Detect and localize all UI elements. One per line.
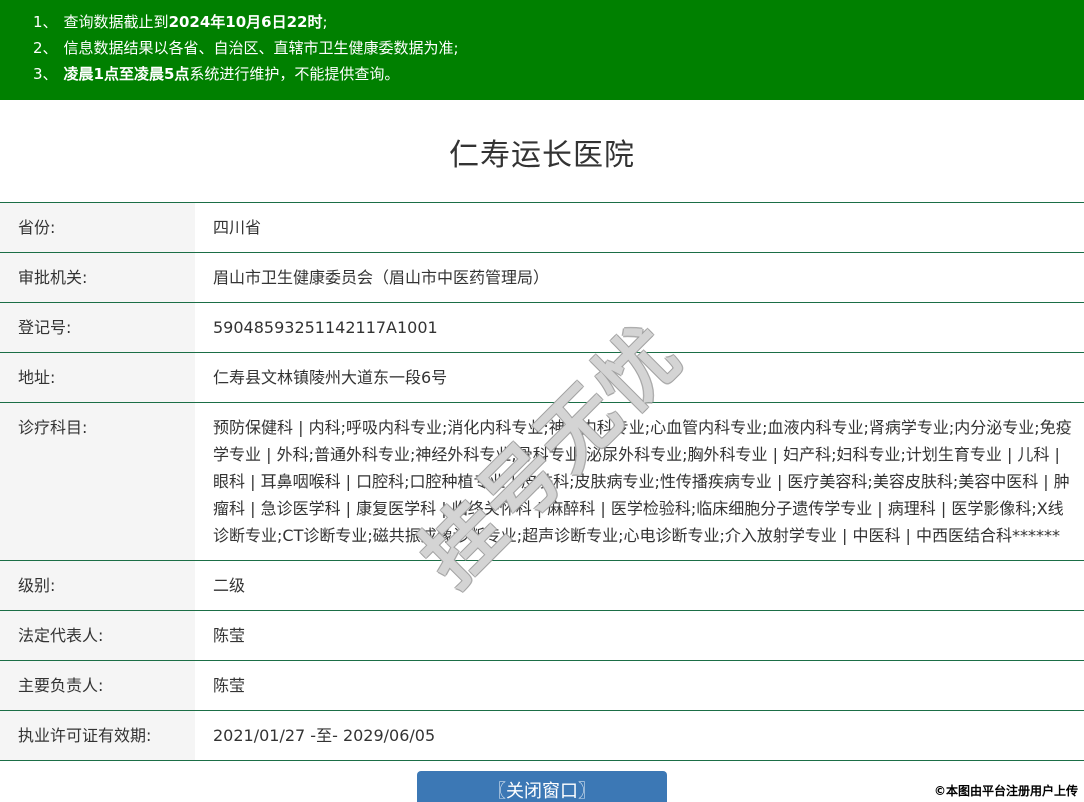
row-label: 法定代表人: bbox=[0, 611, 195, 660]
page: 1、 查询数据截止到2024年10月6日22时; 2、 信息数据结果以各省、自治区、… bbox=[0, 0, 1084, 802]
row-value: 四川省 bbox=[213, 218, 262, 237]
row-value: 仁寿县文林镇陵州大道东一段6号 bbox=[213, 368, 448, 387]
table-row-address: 地址: 仁寿县文林镇陵州大道东一段6号 bbox=[0, 353, 1084, 403]
row-label: 登记号: bbox=[0, 303, 195, 352]
table-row-level: 级别: 二级 bbox=[0, 561, 1084, 611]
row-value: 2021/01/27 -至- 2029/06/05 bbox=[213, 726, 436, 745]
table-row-registration-number: 登记号: 59048593251142117A1001 bbox=[0, 303, 1084, 353]
notice-line-2: 2、 信息数据结果以各省、自治区、直辖市卫生健康委数据为准; bbox=[33, 35, 1074, 61]
row-value: 59048593251142117A1001 bbox=[213, 318, 438, 337]
table-row-approval-authority: 审批机关: 眉山市卫生健康委员会（眉山市中医药管理局） bbox=[0, 253, 1084, 303]
table-row-legal-representative: 法定代表人: 陈莹 bbox=[0, 611, 1084, 661]
hospital-info-table: 省份: 四川省 审批机关: 眉山市卫生健康委员会（眉山市中医药管理局） 登记号:… bbox=[0, 202, 1084, 761]
table-row-person-in-charge: 主要负责人: 陈莹 bbox=[0, 661, 1084, 711]
row-value: 预防保健科 | 内科;呼吸内科专业;消化内科专业;神经内科专业;心血管内科专业;… bbox=[213, 418, 1072, 545]
row-value: 陈莹 bbox=[213, 626, 246, 645]
notice-highlight: 2024年10月6日22时 bbox=[168, 13, 323, 31]
row-label: 诊疗科目: bbox=[0, 403, 195, 560]
notice-banner: 1、 查询数据截止到2024年10月6日22时; 2、 信息数据结果以各省、自治区、… bbox=[0, 0, 1084, 100]
row-label: 主要负责人: bbox=[0, 661, 195, 710]
row-value: 眉山市卫生健康委员会（眉山市中医药管理局） bbox=[213, 268, 550, 287]
row-label: 级别: bbox=[0, 561, 195, 610]
notice-highlight: 凌晨1点至凌晨5点 bbox=[63, 65, 190, 83]
row-label: 执业许可证有效期: bbox=[0, 711, 195, 760]
table-row-medical-subjects: 诊疗科目: 预防保健科 | 内科;呼吸内科专业;消化内科专业;神经内科专业;心血… bbox=[0, 403, 1084, 561]
notice-text: 信息数据结果以各省、自治区、直辖市卫生健康委数据为准; bbox=[63, 39, 459, 57]
notice-number: 1、 bbox=[33, 13, 58, 31]
row-value: 陈莹 bbox=[213, 676, 246, 695]
notice-text: 系统进行维护，不能提供查询。 bbox=[189, 65, 400, 83]
notice-text: ; bbox=[322, 13, 328, 31]
row-label: 省份: bbox=[0, 203, 195, 252]
table-row-province: 省份: 四川省 bbox=[0, 203, 1084, 253]
notice-number: 3、 bbox=[33, 65, 58, 83]
page-title: 仁寿运长医院 bbox=[449, 138, 635, 173]
image-upload-note: ©本图由平台注册用户上传 bbox=[929, 782, 1078, 799]
notice-number: 2、 bbox=[33, 39, 58, 57]
notice-line-1: 1、 查询数据截止到2024年10月6日22时; bbox=[33, 9, 1074, 35]
notice-line-3: 3、 凌晨1点至凌晨5点系统进行维护，不能提供查询。 bbox=[33, 61, 1074, 87]
row-label: 地址: bbox=[0, 353, 195, 402]
table-row-license-validity: 执业许可证有效期: 2021/01/27 -至- 2029/06/05 bbox=[0, 711, 1084, 761]
notice-text: 查询数据截止到 bbox=[63, 13, 169, 31]
row-value: 二级 bbox=[213, 576, 246, 595]
row-label: 审批机关: bbox=[0, 253, 195, 302]
close-window-button[interactable]: 〖关闭窗口〗 bbox=[417, 771, 667, 802]
